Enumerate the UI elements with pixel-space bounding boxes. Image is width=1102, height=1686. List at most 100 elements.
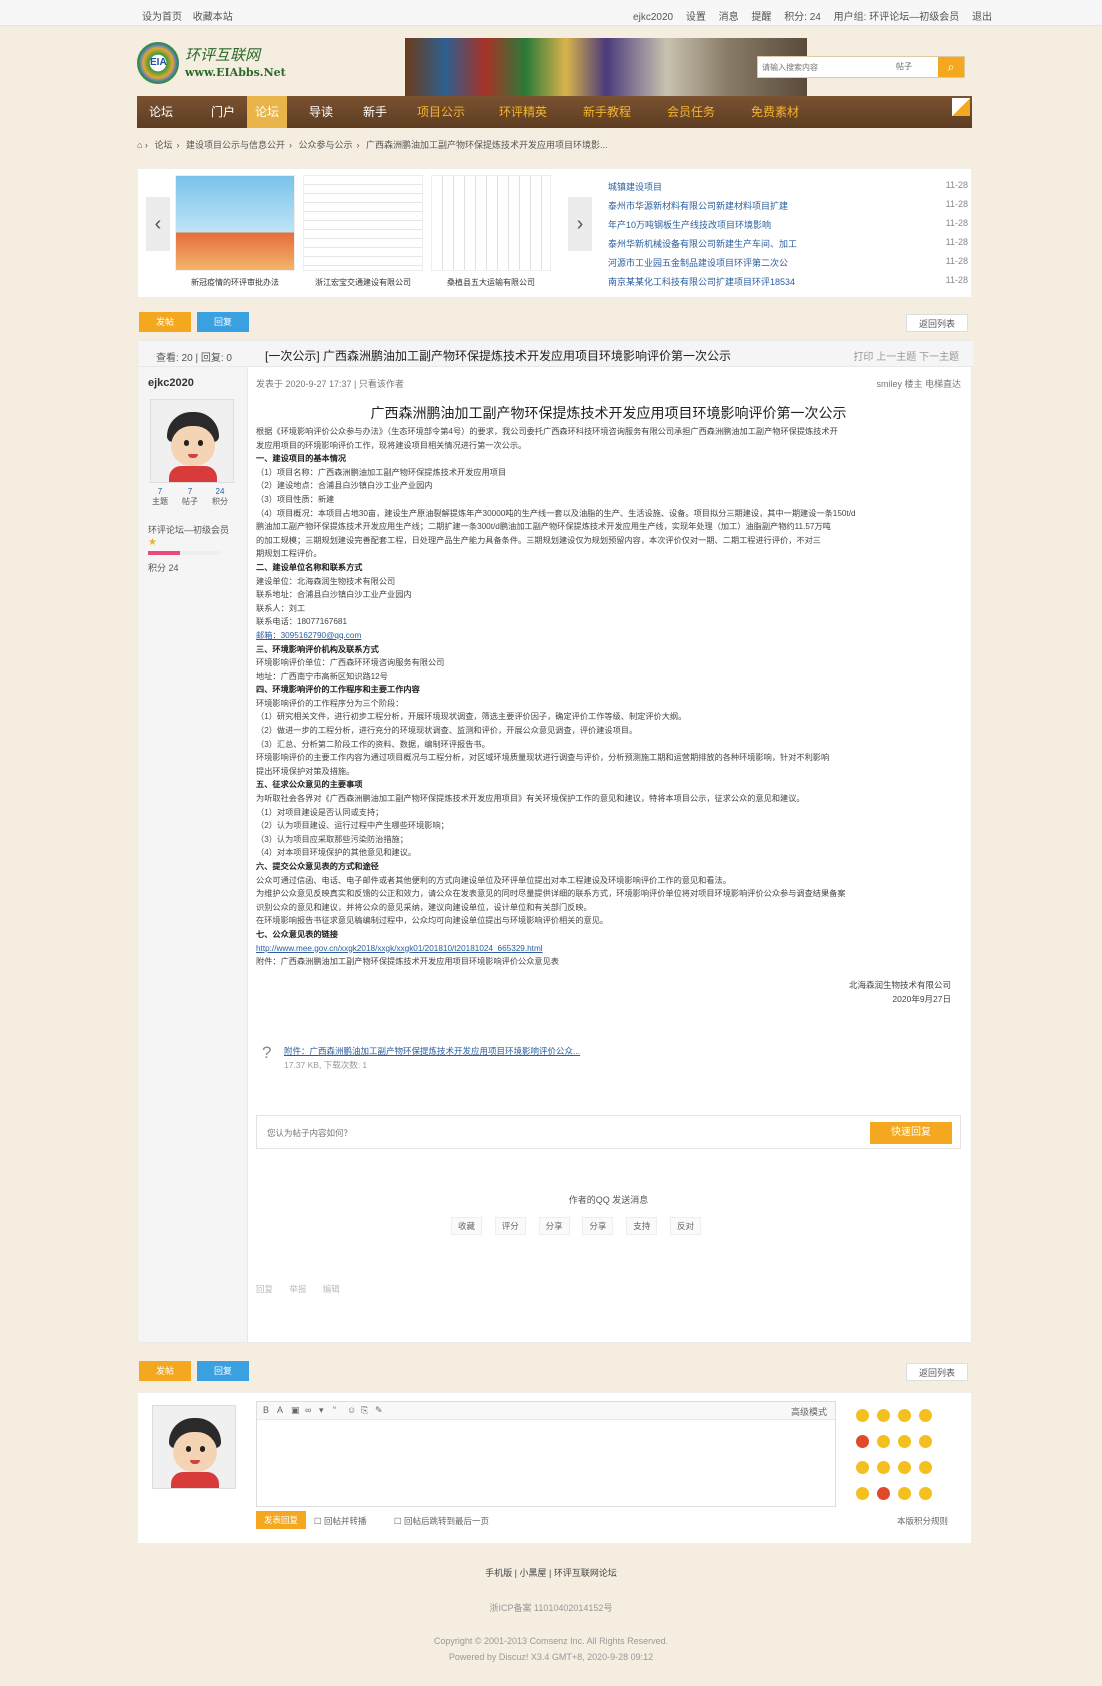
option-checkbox[interactable]: ☐ 回帖后跳转到最后一页 (394, 1515, 489, 1527)
points-link[interactable]: 积分: 24 (784, 12, 821, 23)
nav-item-forum[interactable]: 论坛 (247, 96, 288, 128)
attach-icon[interactable]: ⎘ (361, 1405, 368, 1416)
smiley-icon[interactable] (877, 1409, 890, 1422)
smiley-icon[interactable] (877, 1461, 890, 1474)
nav-item-tasks[interactable]: 会员任务 (667, 96, 715, 128)
quick-reply-button[interactable]: 快速回复 (870, 1122, 952, 1144)
news-link[interactable]: 年产10万吨钢板生产线技改项目环境影响 (608, 218, 771, 231)
rate-button[interactable]: 评分 (494, 1217, 526, 1235)
smiley-icon[interactable] (898, 1461, 911, 1474)
avatar[interactable] (152, 1405, 236, 1489)
edit-link[interactable]: 编辑 (323, 1284, 340, 1294)
quick-reply-input[interactable] (267, 1126, 787, 1140)
share-button[interactable]: 分享 (582, 1217, 614, 1235)
slider-prev-icon[interactable]: ‹ (146, 197, 170, 251)
set-homepage-link[interactable]: 设为首页 (142, 12, 182, 23)
notifications-link[interactable]: 提醒 (751, 12, 771, 23)
post-floor-info[interactable]: smiley 楼主 电梯直达 (876, 377, 961, 390)
news-link[interactable]: 河源市工业园五金制品建设项目环评第二次公 (608, 256, 788, 269)
search-scope-select[interactable]: 帖子 (896, 61, 912, 72)
new-post-button[interactable]: 发帖 (139, 1361, 191, 1381)
bold-icon[interactable]: B (263, 1405, 269, 1415)
smiley-icon[interactable] (856, 1409, 869, 1422)
support-button[interactable]: 支持 (626, 1217, 658, 1235)
site-logo[interactable]: EIA 环评互联网 www.EIAbbs.Net (137, 40, 287, 86)
smiley-icon[interactable] (877, 1435, 890, 1448)
nav-item-forum-home[interactable]: 论坛 (149, 96, 173, 128)
avatar[interactable] (150, 399, 234, 483)
reply-link[interactable]: 回复 (256, 1284, 273, 1294)
nav-item-free-materials[interactable]: 免费素材 (751, 96, 799, 128)
breadcrumb-item[interactable]: 公众参与公示 (299, 140, 353, 150)
back-to-list-button[interactable]: 返回列表 (906, 314, 968, 332)
logout-link[interactable]: 退出 (972, 12, 992, 23)
oppose-button[interactable]: 反对 (669, 1217, 701, 1235)
slide-caption[interactable]: 新冠疫情的环评审批办法 (170, 277, 300, 288)
smiley-icon[interactable] (919, 1461, 932, 1474)
slide-thumbnail[interactable] (431, 175, 551, 271)
color-icon[interactable]: A (277, 1405, 283, 1415)
reply-button[interactable]: 回复 (197, 312, 249, 332)
footer-icp[interactable]: 浙ICP备案 11010402014152号 (0, 1601, 1102, 1614)
smiley-icon[interactable] (919, 1487, 932, 1500)
option-checkbox[interactable]: ☐ 回帖并转播 (314, 1515, 367, 1527)
smiley-icon[interactable] (856, 1435, 869, 1448)
author-contact[interactable]: 作者的QQ 发送消息 (256, 1193, 961, 1206)
nav-item-portal[interactable]: 门户 (211, 96, 235, 128)
link-icon[interactable]: ∞ (305, 1405, 311, 1415)
slider-next-icon[interactable]: › (568, 197, 592, 251)
user-group-link[interactable]: 用户组: 环评论坛—初级会员 (834, 12, 960, 23)
author-group[interactable]: 环评论坛—初级会员 (148, 523, 229, 536)
messages-link[interactable]: 消息 (719, 12, 739, 23)
quote-icon[interactable]: “ (333, 1405, 336, 1415)
nav-item-project-notice[interactable]: 项目公示 (417, 96, 465, 128)
report-link[interactable]: 举报 (289, 1284, 306, 1294)
nav-item-guide[interactable]: 导读 (309, 96, 333, 128)
author-name[interactable]: ejkc2020 (148, 377, 194, 389)
author-stat[interactable]: 7 帖子 (178, 487, 202, 507)
settings-link[interactable]: 设置 (686, 12, 706, 23)
smiley-icon[interactable] (898, 1487, 911, 1500)
advanced-mode-link[interactable]: 高级模式 (791, 1405, 827, 1418)
body-paragraph[interactable]: http://www.mee.gov.cn/xxgk2018/xxgk/xxgk… (256, 942, 961, 956)
nav-item-elite[interactable]: 环评精英 (499, 96, 547, 128)
back-to-list-button[interactable]: 返回列表 (906, 1363, 968, 1381)
slide-caption[interactable]: 浙江宏宝交通建设有限公司 (298, 277, 428, 288)
breadcrumb-item[interactable]: 论坛 (154, 140, 172, 150)
smiley-icon[interactable] (856, 1487, 869, 1500)
new-post-button[interactable]: 发帖 (139, 312, 191, 332)
nav-item-newbie[interactable]: 新手 (363, 96, 387, 128)
thread-tools[interactable]: 打印 上一主题 下一主题 (853, 348, 959, 363)
submit-reply-button[interactable]: 发表回复 (256, 1511, 306, 1529)
news-link[interactable]: 城镇建设项目 (608, 180, 662, 193)
news-link[interactable]: 泰州华新机械设备有限公司新建生产车间、加工 (608, 237, 797, 250)
attachment-link[interactable]: 附件：广西森洲鹏油加工副产物环保提炼技术开发应用项目环境影响评价公众... (284, 1045, 580, 1057)
rules-link[interactable]: 本版积分规则 (897, 1515, 948, 1527)
home-icon[interactable]: ⌂ › (137, 140, 148, 150)
breadcrumb-item[interactable]: 建设项目公示与信息公开 (186, 140, 285, 150)
image-icon[interactable]: ▣ (291, 1405, 300, 1416)
smiley-icon[interactable] (919, 1435, 932, 1448)
author-stat[interactable]: 7 主题 (148, 487, 172, 507)
author-stat[interactable]: 24 积分 (208, 487, 232, 507)
body-paragraph[interactable]: 邮箱：3095162790@qq.com (256, 629, 961, 643)
nav-item-tutorial[interactable]: 新手教程 (583, 96, 631, 128)
favorite-button[interactable]: 收藏 (451, 1217, 483, 1235)
bookmark-link[interactable]: 收藏本站 (193, 12, 233, 23)
smiley-icon[interactable] (856, 1461, 869, 1474)
slide-caption[interactable]: 桑植县五大运输有限公司 (426, 277, 556, 288)
smiley-icon[interactable] (877, 1487, 890, 1500)
search-input[interactable] (762, 60, 882, 74)
smiley-icon[interactable] (898, 1409, 911, 1422)
smiley-icon[interactable] (919, 1409, 932, 1422)
nav-corner-icon[interactable] (952, 98, 970, 116)
slide-thumbnail[interactable] (303, 175, 423, 271)
emoji-icon[interactable]: ✎ (375, 1405, 383, 1416)
smiley-icon[interactable]: ☺ (347, 1405, 356, 1415)
reply-button[interactable]: 回复 (197, 1361, 249, 1381)
share-button[interactable]: 分享 (538, 1217, 570, 1235)
username-link[interactable]: ejkc2020 (633, 12, 673, 23)
search-icon[interactable]: ⌕ (938, 57, 964, 77)
smiley-icon[interactable] (898, 1435, 911, 1448)
news-link[interactable]: 南京某某化工科技有限公司扩建项目环评18534 (608, 275, 795, 288)
